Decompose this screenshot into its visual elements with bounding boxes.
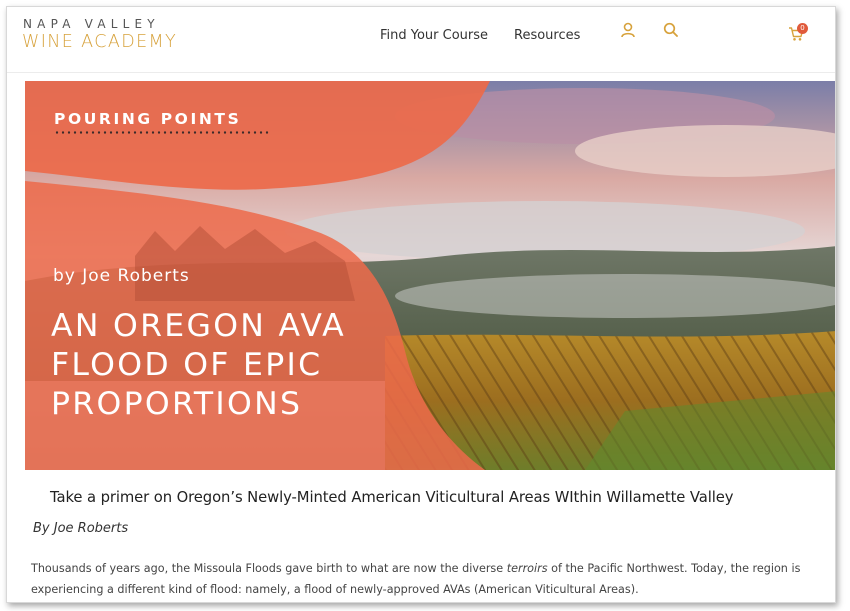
hero-byline: by Joe Roberts (53, 266, 190, 286)
hero-title: AN OREGON AVA FLOOD OF EPIC PROPORTIONS (51, 307, 471, 424)
body-text-start: Thousands of years ago, the Missoula Flo… (31, 562, 507, 575)
article-byline: By Joe Roberts (33, 521, 129, 536)
site-header: NAPA VALLEY WINE ACADEMY Find Your Cours… (7, 7, 835, 73)
hero-title-line-1: AN OREGON AVA (51, 308, 347, 344)
hero-kicker: POURING POINTS (54, 110, 242, 128)
article-body-paragraph: Thousands of years ago, the Missoula Flo… (31, 558, 811, 600)
hero-title-line-3: PROPORTIONS (51, 386, 303, 422)
kicker-dotted-underline (54, 131, 270, 134)
user-icon[interactable] (619, 21, 637, 39)
cart-count-badge: 0 (797, 23, 808, 34)
hero-banner: POURING POINTS by Joe Roberts AN OREGON … (25, 81, 835, 470)
browser-frame: NAPA VALLEY WINE ACADEMY Find Your Cours… (6, 6, 836, 603)
logo-line-2[interactable]: WINE ACADEMY (22, 32, 177, 52)
body-text-emphasis: terroirs (506, 562, 548, 575)
article-subtitle: Take a primer on Oregon’s Newly-Minted A… (50, 489, 734, 506)
nav-resources[interactable]: Resources (514, 28, 580, 43)
hero-title-line-2: FLOOD OF EPIC (51, 347, 323, 383)
nav-find-your-course[interactable]: Find Your Course (380, 28, 488, 43)
logo-line-1[interactable]: NAPA VALLEY (23, 17, 160, 31)
search-icon[interactable] (662, 21, 680, 39)
